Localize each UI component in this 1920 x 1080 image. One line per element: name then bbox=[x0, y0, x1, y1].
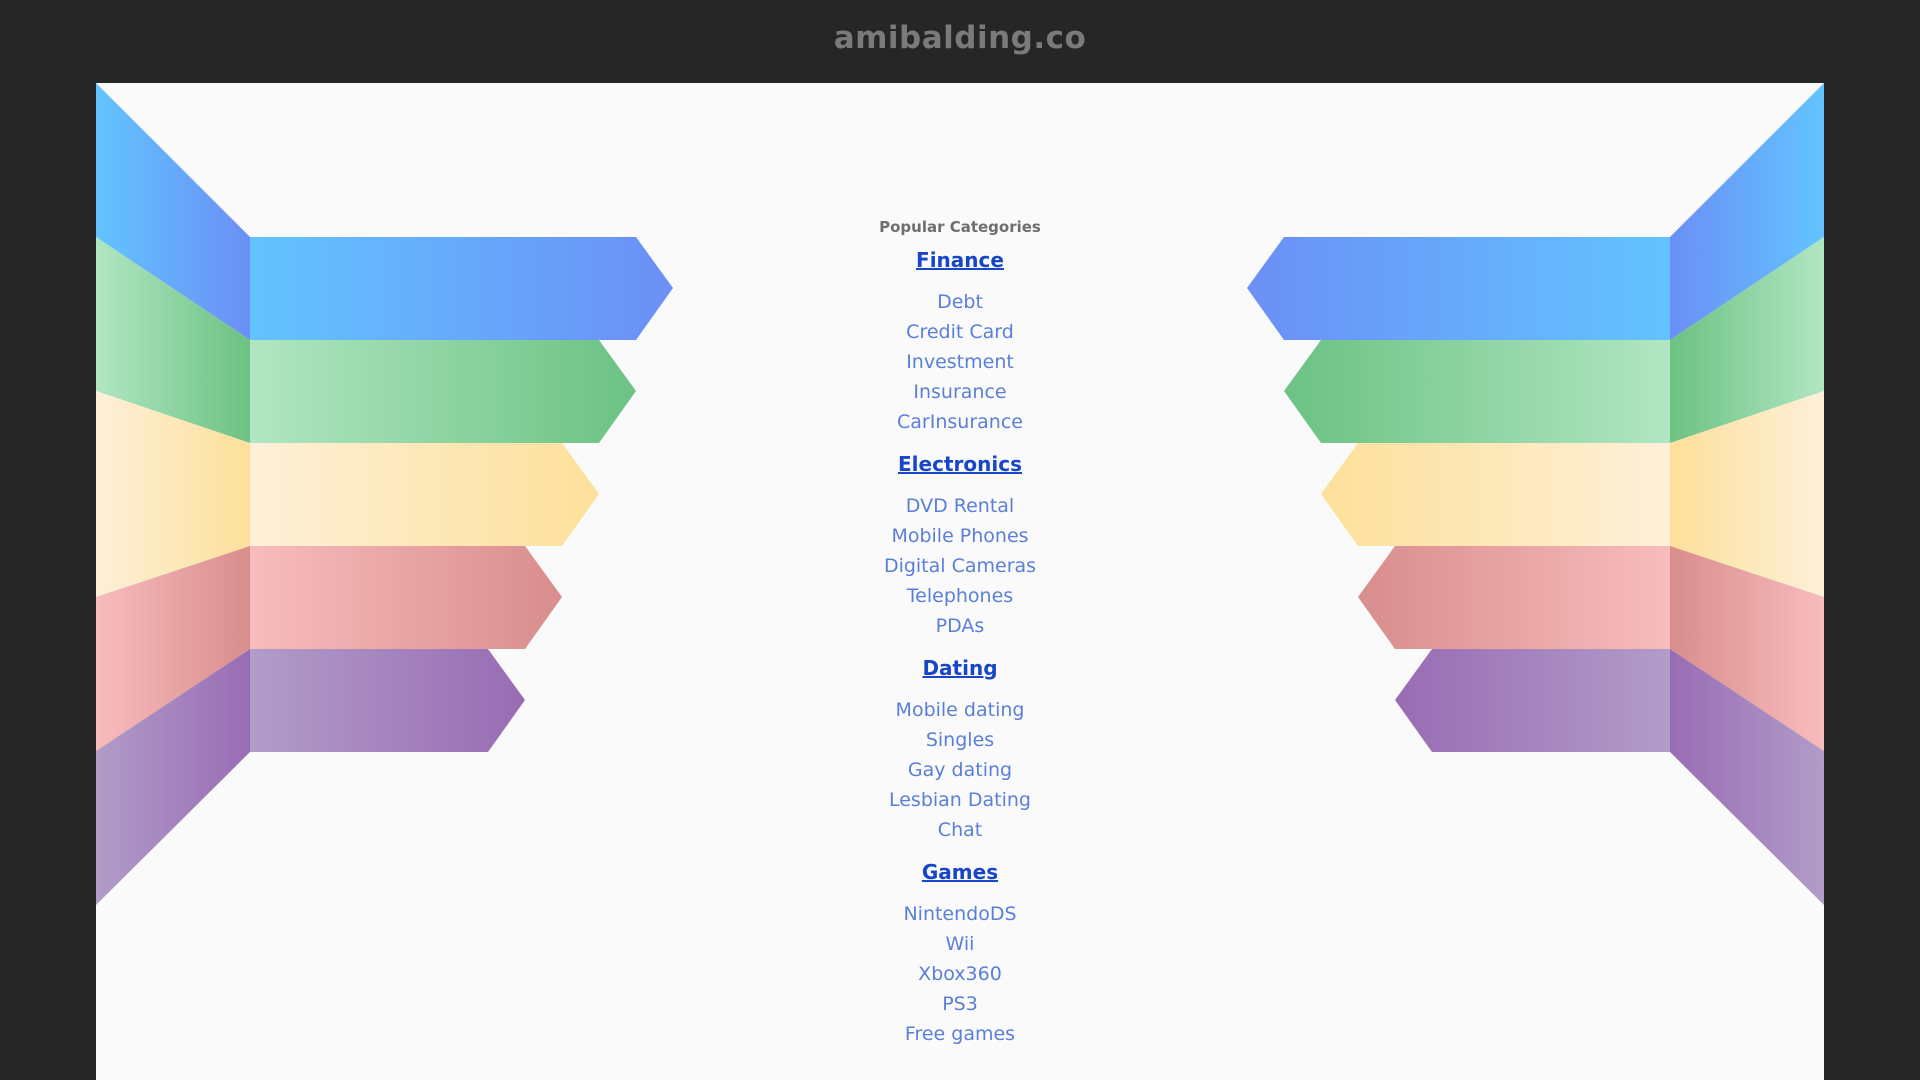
category-title-finance[interactable]: Finance bbox=[916, 247, 1004, 273]
category-link[interactable]: CarInsurance bbox=[760, 407, 1160, 437]
category-links-dating: Mobile dating Singles Gay dating Lesbian… bbox=[760, 695, 1160, 845]
category-link[interactable]: Free games bbox=[760, 1019, 1160, 1049]
left-arrow-purple bbox=[250, 649, 525, 752]
left-arrow-yellow bbox=[250, 443, 599, 546]
top-bar: amibalding.co bbox=[0, 0, 1920, 83]
category-link[interactable]: Insurance bbox=[760, 377, 1160, 407]
category-link[interactable]: NintendoDS bbox=[760, 899, 1160, 929]
category-links-games: NintendoDS Wii Xbox360 PS3 Free games bbox=[760, 899, 1160, 1049]
category-link[interactable]: Mobile dating bbox=[760, 695, 1160, 725]
category-link[interactable]: Digital Cameras bbox=[760, 551, 1160, 581]
right-arrow-green bbox=[1284, 340, 1670, 443]
category-link[interactable]: Mobile Phones bbox=[760, 521, 1160, 551]
category-link[interactable]: Chat bbox=[760, 815, 1160, 845]
category-title-electronics[interactable]: Electronics bbox=[898, 451, 1022, 477]
category-games: Games NintendoDS Wii Xbox360 PS3 Free ga… bbox=[760, 859, 1160, 1049]
category-title-dating[interactable]: Dating bbox=[922, 655, 997, 681]
right-arrow-red bbox=[1358, 546, 1670, 649]
category-link[interactable]: Telephones bbox=[760, 581, 1160, 611]
category-links-finance: Debt Credit Card Investment Insurance Ca… bbox=[760, 287, 1160, 437]
category-link[interactable]: Xbox360 bbox=[760, 959, 1160, 989]
category-link[interactable]: PS3 bbox=[760, 989, 1160, 1019]
category-links-electronics: DVD Rental Mobile Phones Digital Cameras… bbox=[760, 491, 1160, 641]
content-panel: Popular Categories Finance Debt Credit C… bbox=[96, 83, 1824, 1080]
right-arrow-yellow bbox=[1321, 443, 1670, 546]
category-link[interactable]: Lesbian Dating bbox=[760, 785, 1160, 815]
popular-categories: Popular Categories Finance Debt Credit C… bbox=[760, 217, 1160, 1063]
category-electronics: Electronics DVD Rental Mobile Phones Dig… bbox=[760, 451, 1160, 641]
category-link[interactable]: Wii bbox=[760, 929, 1160, 959]
category-link[interactable]: Credit Card bbox=[760, 317, 1160, 347]
category-link[interactable]: Gay dating bbox=[760, 755, 1160, 785]
category-finance: Finance Debt Credit Card Investment Insu… bbox=[760, 247, 1160, 437]
category-title-games[interactable]: Games bbox=[922, 859, 998, 885]
category-link[interactable]: PDAs bbox=[760, 611, 1160, 641]
category-link[interactable]: Singles bbox=[760, 725, 1160, 755]
right-arrow-purple bbox=[1395, 649, 1670, 752]
category-link[interactable]: DVD Rental bbox=[760, 491, 1160, 521]
right-arrow-blue bbox=[1247, 237, 1670, 340]
left-arrow-blue bbox=[250, 237, 673, 340]
popular-categories-heading: Popular Categories bbox=[879, 218, 1041, 236]
category-dating: Dating Mobile dating Singles Gay dating … bbox=[760, 655, 1160, 845]
category-link[interactable]: Investment bbox=[760, 347, 1160, 377]
category-link[interactable]: Debt bbox=[760, 287, 1160, 317]
left-arrow-red bbox=[250, 546, 562, 649]
site-domain-title: amibalding.co bbox=[833, 20, 1087, 56]
left-arrow-green bbox=[250, 340, 636, 443]
